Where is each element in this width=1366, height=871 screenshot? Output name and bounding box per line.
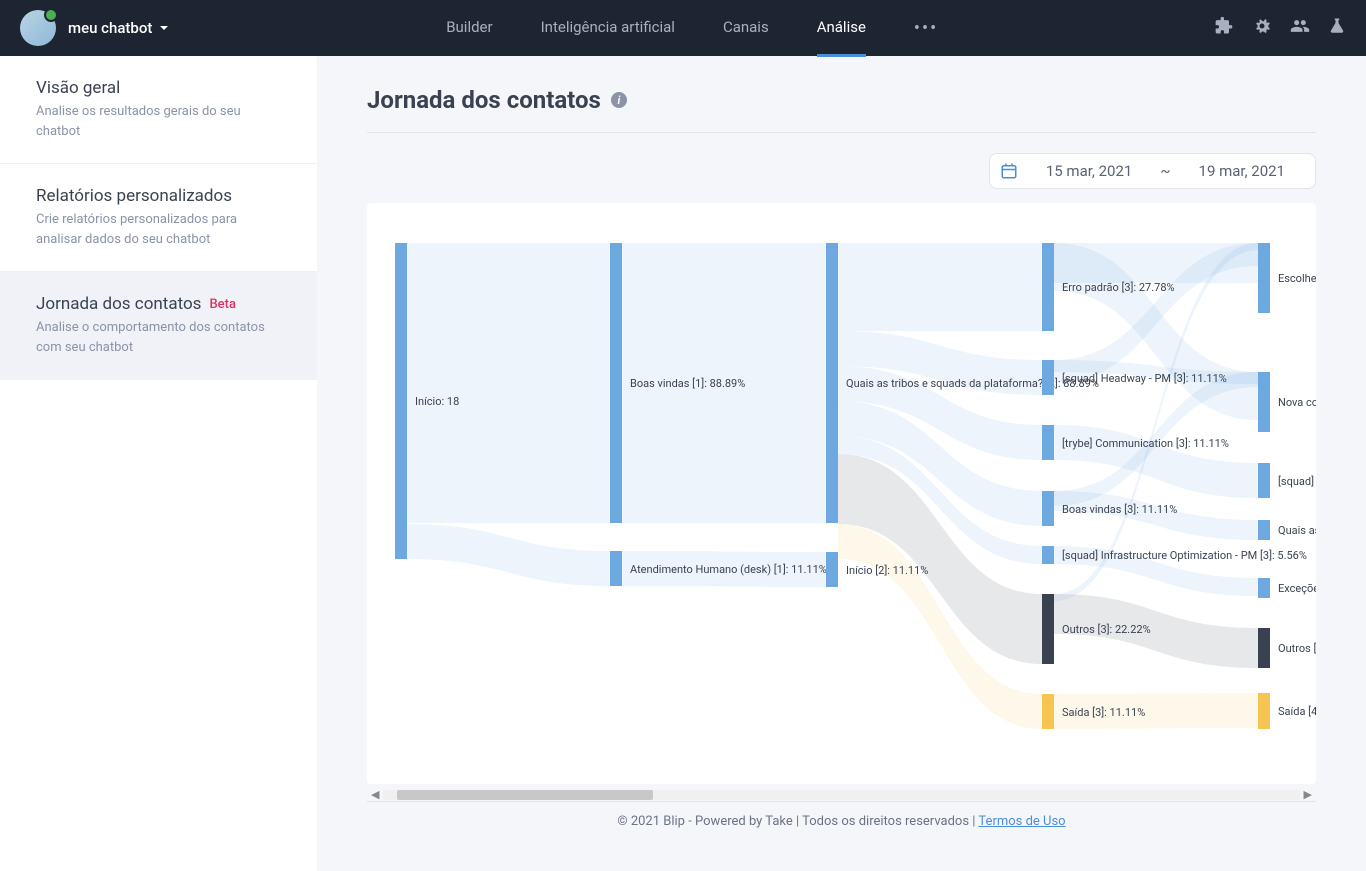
footer: © 2021 Blip - Powered by Take | Todos os…: [367, 801, 1316, 841]
sankey-node-label: [squad] Headway - PM [3]: 11.11%: [1062, 372, 1227, 385]
sankey-node-label: Outros [4: [1278, 642, 1316, 655]
beta-badge: Beta: [209, 297, 236, 312]
sankey-node-label: [squad] Infrastructure Optimization - PM…: [1062, 549, 1307, 562]
scroll-track[interactable]: [383, 790, 1299, 800]
horizontal-scrollbar[interactable]: ◀ ▶: [367, 788, 1316, 801]
sidebar: Visão geral Analise os resultados gerais…: [0, 56, 317, 871]
sankey-node-label: Outros [3]: 22.22%: [1062, 623, 1151, 636]
sankey-node[interactable]: [1258, 693, 1270, 729]
users-icon[interactable]: [1290, 16, 1310, 40]
sankey-node-label: Atendimento Humano (desk) [1]: 11.11%: [630, 563, 827, 576]
bot-name-label: meu chatbot: [68, 19, 152, 37]
main-content: Jornada dos contatos i 15 mar, 2021 ~ 19…: [317, 56, 1366, 871]
nav-ai[interactable]: Inteligência artificial: [521, 0, 695, 57]
sankey-node[interactable]: [1258, 578, 1270, 598]
header-right: [1214, 16, 1346, 40]
sidebar-title: Jornada dos contatos Beta: [36, 294, 281, 314]
lab-icon[interactable]: [1328, 16, 1346, 40]
page-title-text: Jornada dos contatos: [367, 86, 601, 114]
page-title: Jornada dos contatos i: [367, 86, 1316, 114]
footer-terms-link[interactable]: Termos de Uso: [978, 814, 1065, 829]
sankey-node-label: Boas vindas [1]: 88.89%: [630, 377, 745, 390]
sankey-node[interactable]: [610, 551, 622, 586]
sankey-node-label: Início: 18: [415, 395, 459, 408]
sankey-chart-card: Início: 18 Boas vindas [1]: 88.89% Atendim…: [367, 203, 1316, 784]
sankey-node[interactable]: [1042, 546, 1054, 564]
sankey-node[interactable]: [1042, 425, 1054, 460]
scroll-thumb[interactable]: [397, 790, 653, 800]
sankey-node[interactable]: [1042, 360, 1054, 395]
info-icon[interactable]: i: [611, 92, 627, 108]
plugin-icon[interactable]: [1214, 16, 1234, 40]
header-left: meu chatbot: [20, 10, 170, 46]
sankey-node-label: Início [2]: 11.11%: [846, 564, 928, 577]
sankey-node-label: [trybe] Communication [3]: 11.11%: [1062, 437, 1229, 450]
sankey-node-label: Saída [4: [1278, 705, 1316, 718]
sankey-node-label: Nova co: [1278, 396, 1316, 409]
sidebar-item-reports[interactable]: Relatórios personalizados Crie relatório…: [0, 164, 317, 272]
scroll-left-arrow[interactable]: ◀: [367, 788, 383, 801]
nav-analysis[interactable]: Análise: [797, 0, 886, 57]
divider: [367, 132, 1316, 133]
date-sep: ~: [1160, 162, 1170, 180]
date-start: 15 mar, 2021: [1046, 162, 1132, 180]
sankey-node[interactable]: [826, 243, 838, 523]
nav-more[interactable]: •••: [894, 0, 958, 57]
sankey-node[interactable]: [395, 243, 407, 559]
calendar-icon: [1000, 162, 1018, 180]
sankey-node[interactable]: [1042, 491, 1054, 526]
gear-icon[interactable]: [1252, 16, 1272, 40]
sankey-node-label: Escolhe: [1278, 272, 1316, 285]
sidebar-title: Visão geral: [36, 78, 281, 98]
sankey-node-label: Exceções: [1278, 582, 1316, 595]
sidebar-title: Relatórios personalizados: [36, 186, 281, 206]
scroll-right-arrow[interactable]: ▶: [1300, 788, 1316, 801]
footer-text: © 2021 Blip - Powered by Take | Todos os…: [617, 814, 978, 829]
sankey-node-label: Erro padrão [3]: 27.78%: [1062, 281, 1175, 294]
sankey-node-label: Quais as tribos e squads da plataforma? …: [846, 377, 1099, 390]
sankey-node[interactable]: [1258, 628, 1270, 668]
sankey-node-label: Quais as: [1278, 524, 1316, 537]
sidebar-desc: Crie relatórios personalizados para anal…: [36, 210, 281, 249]
sankey-chart[interactable]: Início: 18 Boas vindas [1]: 88.89% Atendim…: [377, 243, 1306, 763]
sankey-node[interactable]: [1042, 694, 1054, 729]
sidebar-item-journey[interactable]: Jornada dos contatos Beta Analise o comp…: [0, 272, 317, 380]
sankey-node[interactable]: [1258, 520, 1270, 540]
sankey-node[interactable]: [610, 243, 622, 523]
bot-name-dropdown[interactable]: meu chatbot: [68, 19, 170, 37]
sankey-node[interactable]: [1258, 372, 1270, 432]
date-row: 15 mar, 2021 ~ 19 mar, 2021: [367, 153, 1316, 189]
sankey-node[interactable]: [1258, 243, 1270, 313]
nav-builder[interactable]: Builder: [426, 0, 512, 57]
main-nav: Builder Inteligência artificial Canais A…: [426, 0, 958, 57]
nav-channels[interactable]: Canais: [703, 0, 789, 57]
chevron-down-icon: [158, 22, 170, 34]
sidebar-title-text: Jornada dos contatos: [36, 294, 201, 314]
sidebar-desc: Analise os resultados gerais do seu chat…: [36, 102, 281, 141]
sankey-node-label: [squad]: [1278, 475, 1314, 488]
app-header: meu chatbot Builder Inteligência artific…: [0, 0, 1366, 56]
bot-avatar[interactable]: [20, 10, 56, 46]
sankey-node[interactable]: [826, 552, 838, 587]
sankey-node-label: Boas vindas [3]: 11.11%: [1062, 503, 1177, 516]
sankey-node-label: Saída [3]: 11.11%: [1062, 706, 1145, 719]
sankey-node[interactable]: [1042, 243, 1054, 331]
sankey-node[interactable]: [1258, 463, 1270, 498]
sidebar-desc: Analise o comportamento dos contatos com…: [36, 318, 281, 357]
sidebar-item-overview[interactable]: Visão geral Analise os resultados gerais…: [0, 56, 317, 164]
sankey-node[interactable]: [1042, 594, 1054, 664]
date-range-picker[interactable]: 15 mar, 2021 ~ 19 mar, 2021: [989, 153, 1316, 189]
date-end: 19 mar, 2021: [1199, 162, 1285, 180]
